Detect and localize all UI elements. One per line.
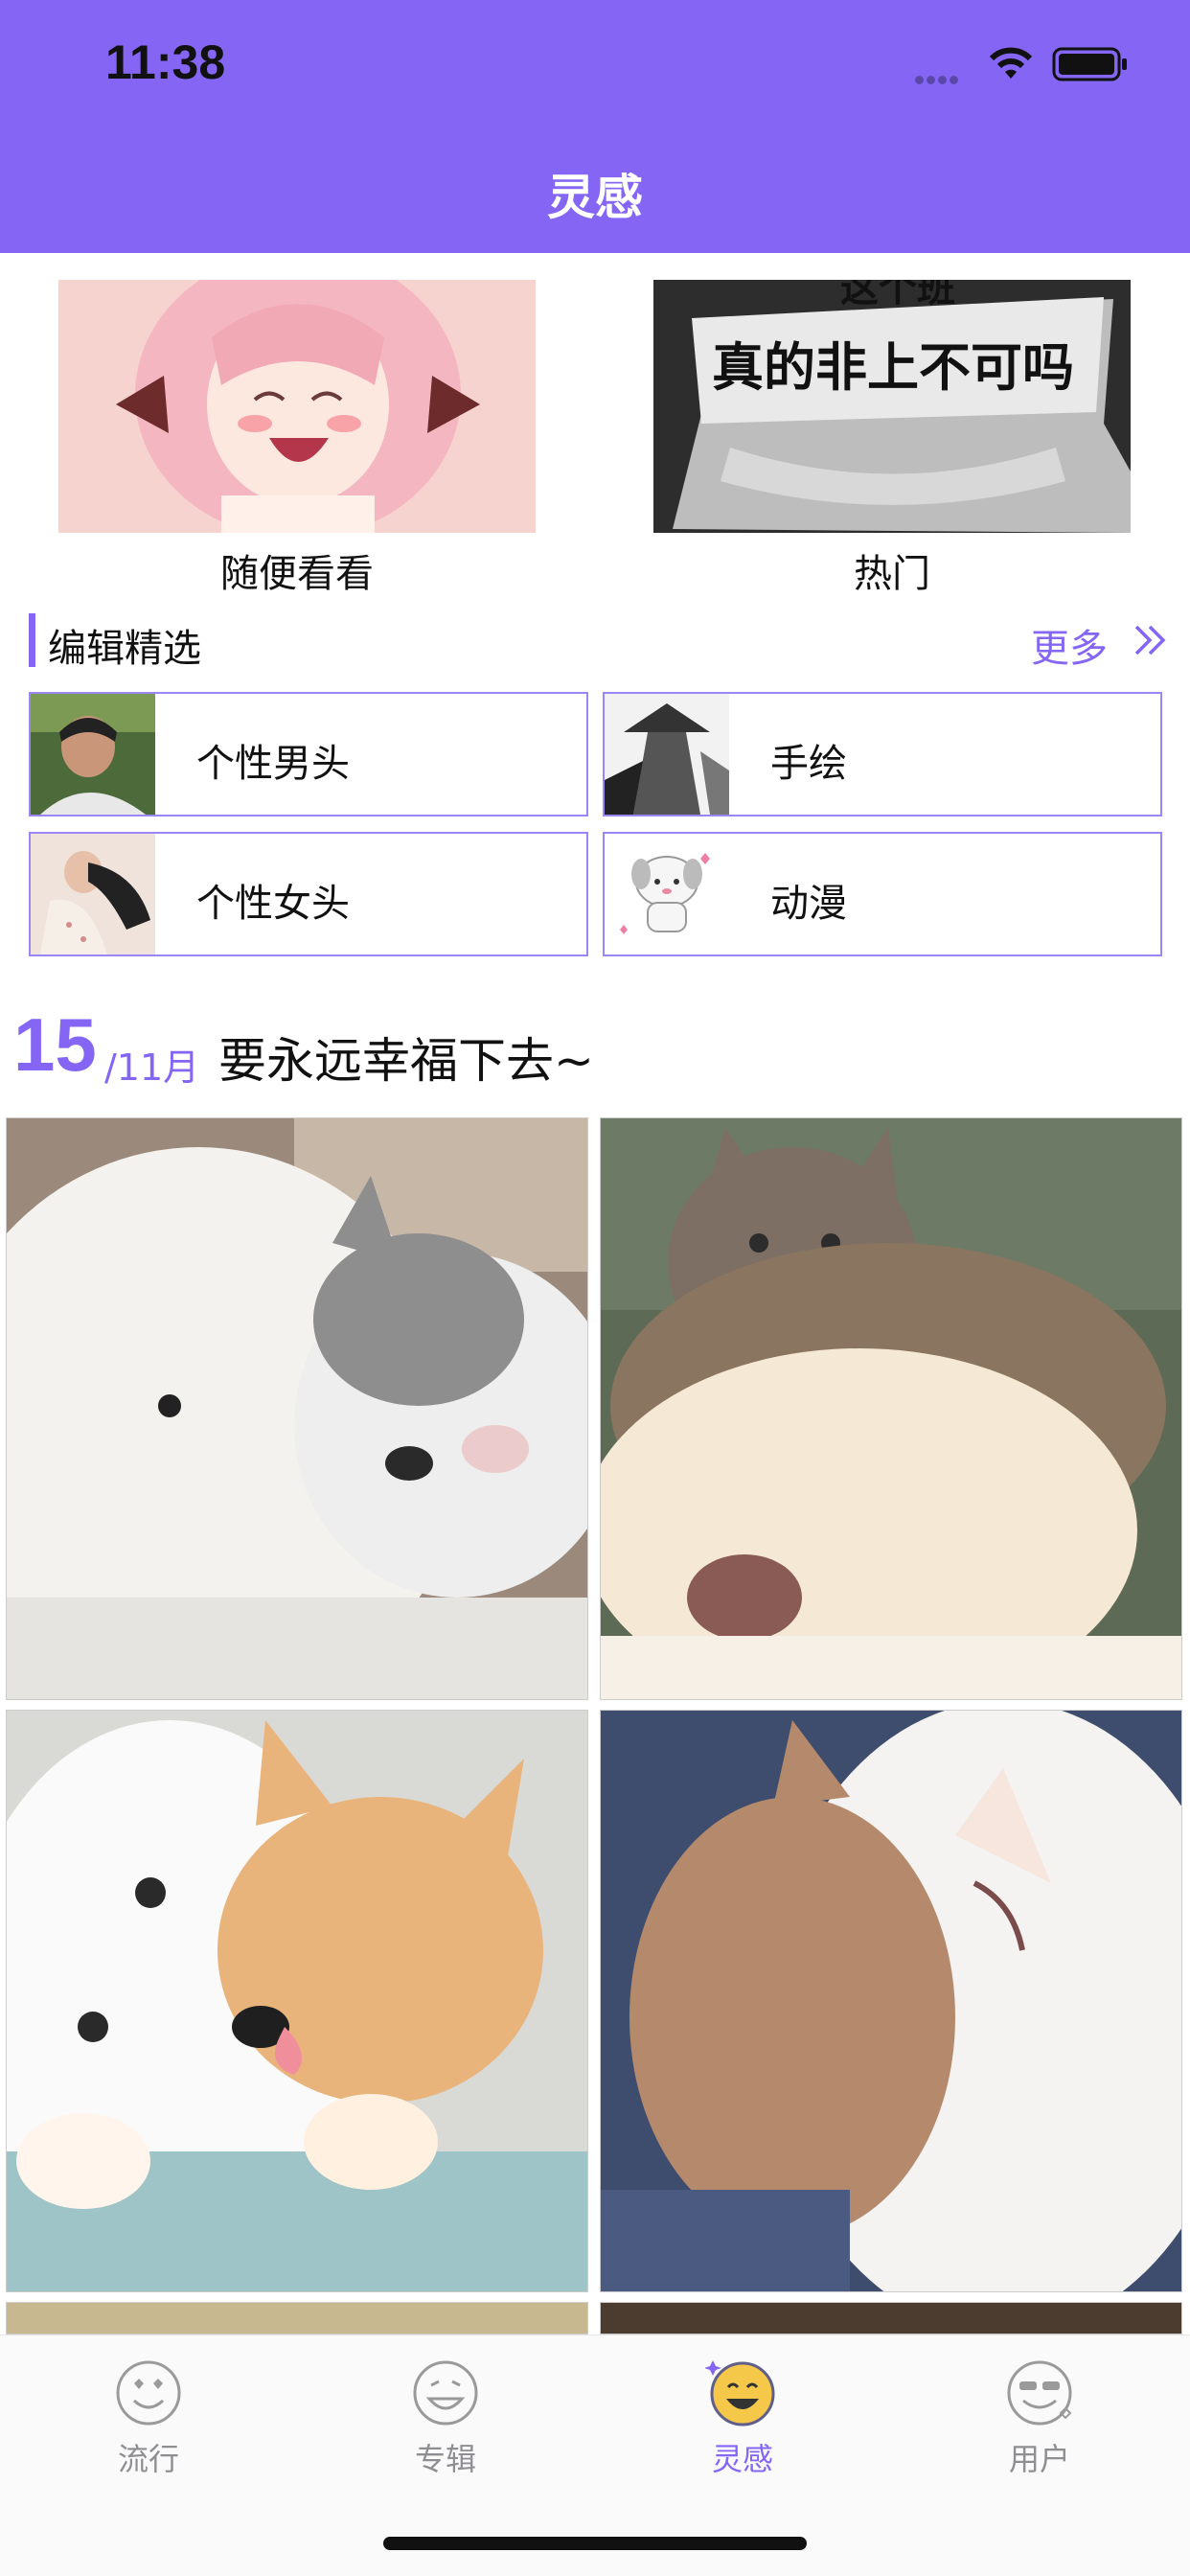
cool-face-icon <box>1007 2360 1072 2426</box>
feature-hot[interactable]: 这个班 真的非上不可吗 热门 <box>653 280 1131 598</box>
paper-sign-image[interactable]: 这个班 真的非上不可吗 <box>653 280 1131 533</box>
tab-inspiration[interactable]: 灵感 <box>666 2355 819 2479</box>
double-chevron-right-icon[interactable] <box>1131 619 1173 661</box>
more-link[interactable]: 更多 <box>1031 617 1108 673</box>
category-label: 个性女头 <box>196 882 350 926</box>
daily-caption: 要永远幸福下去~ <box>218 1033 594 1089</box>
smile-face-icon <box>413 2360 478 2426</box>
cartoon-dog-thumb <box>605 834 729 954</box>
editor-picks-header: 编辑精选 更多 <box>29 611 1166 671</box>
battery-icon <box>1052 47 1127 81</box>
man-portrait-thumb <box>31 694 155 815</box>
date-month: /11月 <box>104 1046 200 1089</box>
feature-hot-label: 热门 <box>854 552 930 596</box>
cellular-signal-icon <box>915 70 961 88</box>
tab-label: 专辑 <box>414 2441 476 2477</box>
feature-random-label: 随便看看 <box>220 552 374 596</box>
wifi-icon <box>989 47 1033 79</box>
svg-text:这个班: 这个班 <box>840 280 955 310</box>
photo-tile[interactable] <box>6 2302 588 2334</box>
photo-tile[interactable] <box>600 1710 1182 2292</box>
ink-warrior-thumb <box>605 694 729 815</box>
category-label: 动漫 <box>770 882 847 926</box>
category-card-men[interactable]: 个性男头 <box>29 692 588 816</box>
photo-tile[interactable] <box>600 1117 1182 1700</box>
tab-label: 用户 <box>1008 2441 1070 2477</box>
feature-random[interactable]: 随便看看 <box>58 280 536 598</box>
woman-reclining-thumb <box>31 834 155 954</box>
photo-tile[interactable] <box>6 1710 588 2292</box>
photo-tile[interactable] <box>6 1117 588 1700</box>
page-title: 灵感 <box>547 170 643 225</box>
section-title: 编辑精选 <box>48 627 201 671</box>
category-card-anime[interactable]: 动漫 <box>603 832 1162 956</box>
more-label: 更多 <box>1031 627 1108 671</box>
home-indicator <box>383 2537 807 2550</box>
navigation-bar: 灵感 <box>0 125 1190 253</box>
status-bar: 11:38 <box>0 0 1190 125</box>
tab-bar: 流行 专辑 灵感 用户 <box>0 2334 1190 2576</box>
tab-label: 灵感 <box>711 2441 773 2477</box>
category-card-handdrawn[interactable]: 手绘 <box>603 692 1162 816</box>
tab-user[interactable]: 用户 <box>963 2355 1116 2479</box>
photo-tile[interactable] <box>600 2302 1182 2334</box>
section-accent-bar <box>29 613 35 667</box>
grin-face-icon <box>704 2360 775 2426</box>
tab-label: 流行 <box>117 2441 179 2477</box>
tab-albums[interactable]: 专辑 <box>369 2355 522 2479</box>
category-label: 个性男头 <box>196 742 350 786</box>
heart-eyes-face-icon <box>116 2360 181 2426</box>
category-label: 手绘 <box>770 742 847 786</box>
category-card-women[interactable]: 个性女头 <box>29 832 588 956</box>
tab-popular[interactable]: 流行 <box>72 2355 225 2479</box>
anime-girl-image[interactable] <box>58 280 536 533</box>
status-time: 11:38 <box>105 35 226 89</box>
date-day: 15 <box>13 1002 97 1087</box>
svg-text:真的非上不可吗: 真的非上不可吗 <box>712 337 1074 398</box>
